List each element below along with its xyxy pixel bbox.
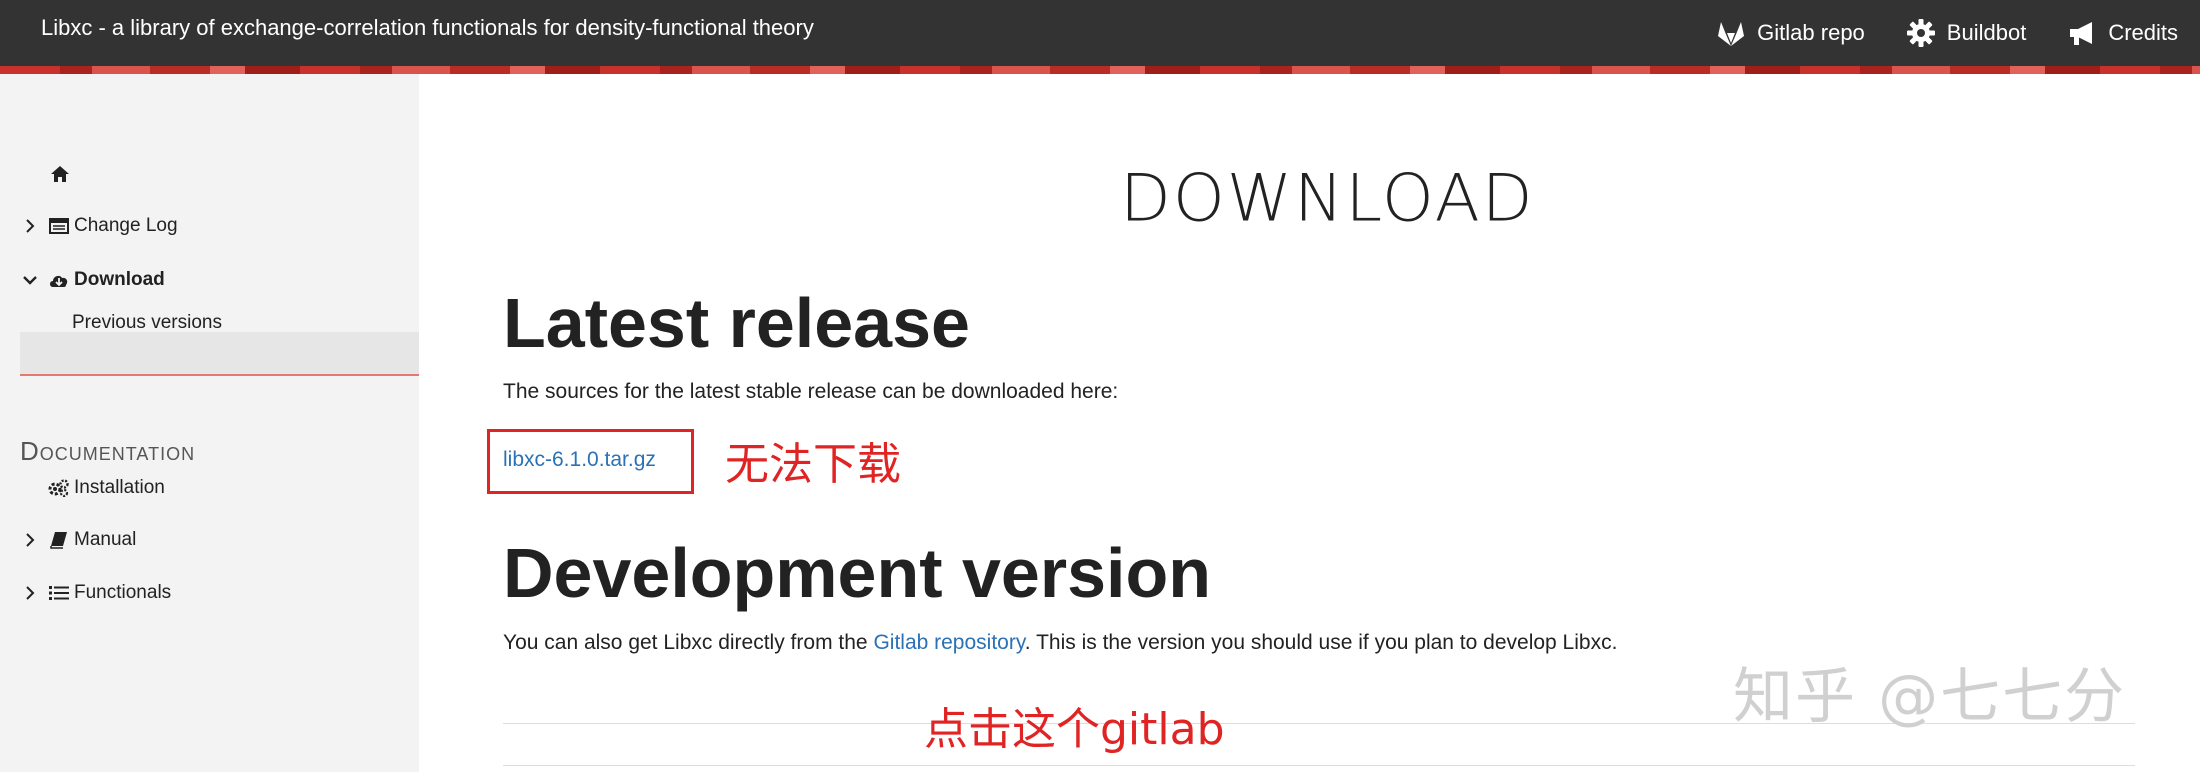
cloud-download-icon (48, 270, 70, 290)
nav-link-gitlab[interactable]: Gitlab repo (1715, 17, 1865, 49)
sidebar: Change Log Download Previous versions Do… (0, 74, 419, 772)
page-title: DOWNLOAD (1120, 160, 1535, 237)
sidebar-item-previous-versions[interactable]: Previous versions (72, 303, 222, 343)
chevron-right-icon[interactable] (20, 216, 40, 236)
chevron-right-icon[interactable] (20, 530, 40, 550)
nav-link-label: Gitlab repo (1757, 20, 1865, 45)
site-brand[interactable]: Libxc - a library of exchange-correlatio… (41, 15, 814, 41)
sidebar-item-label: Manual (74, 529, 137, 550)
book-icon (48, 530, 70, 550)
nav-link-buildbot[interactable]: Buildbot (1905, 17, 2027, 49)
annotation-click-gitlab: 点击这个gitlab (924, 704, 1225, 755)
list-icon (48, 583, 70, 603)
sidebar-item-functionals[interactable]: Functionals (20, 573, 171, 613)
dev-text-before: You can also get Libxc directly from the (503, 631, 874, 654)
sidebar-item-label: Change Log (74, 215, 178, 236)
megaphone-icon (2070, 22, 2093, 45)
nav-links: Gitlab repo Buildbot Credits (1675, 0, 2178, 66)
nav-link-label: Credits (2108, 20, 2178, 45)
gitlab-repository-link[interactable]: Gitlab repository (873, 631, 1024, 654)
sidebar-item-download[interactable]: Download (20, 260, 165, 300)
sidebar-item-label: Functionals (74, 582, 172, 603)
nav-link-credits[interactable]: Credits (2066, 17, 2178, 49)
gitlab-icon (1718, 22, 1745, 46)
home-icon (51, 166, 69, 182)
sidebar-item-changelog[interactable]: Change Log (20, 206, 178, 246)
sidebar-home[interactable] (50, 154, 70, 194)
sidebar-item-installation[interactable]: Installation (48, 468, 165, 508)
sidebar-section-documentation: Documentation (20, 436, 196, 466)
sidebar-item-label: Download (74, 269, 165, 290)
latest-release-text: The sources for the latest stable releas… (503, 380, 1119, 403)
divider (503, 765, 2135, 766)
gear-icon (1906, 19, 1935, 47)
calendar-icon (48, 216, 70, 236)
download-tarball-link[interactable]: libxc-6.1.0.tar.gz (503, 448, 656, 472)
development-version-heading: Development version (503, 534, 1211, 612)
annotation-cannot-download: 无法下载 (725, 439, 901, 490)
top-navbar: Libxc - a library of exchange-correlatio… (0, 0, 2200, 66)
latest-release-heading: Latest release (503, 284, 970, 362)
dev-text-after: . This is the version you should use if … (1024, 631, 1618, 654)
chevron-right-icon[interactable] (20, 583, 40, 603)
nav-link-label: Buildbot (1946, 20, 2027, 45)
chevron-down-icon[interactable] (20, 270, 40, 290)
development-version-text: You can also get Libxc directly from the… (503, 631, 1617, 655)
sidebar-item-label: Installation (74, 477, 165, 498)
banner-strip (0, 66, 2200, 74)
watermark: 知乎 @七七分 (1733, 662, 2127, 732)
sidebar-item-manual[interactable]: Manual (20, 520, 136, 560)
sidebar-item-label: Previous versions (72, 312, 222, 333)
gears-icon (48, 478, 70, 498)
